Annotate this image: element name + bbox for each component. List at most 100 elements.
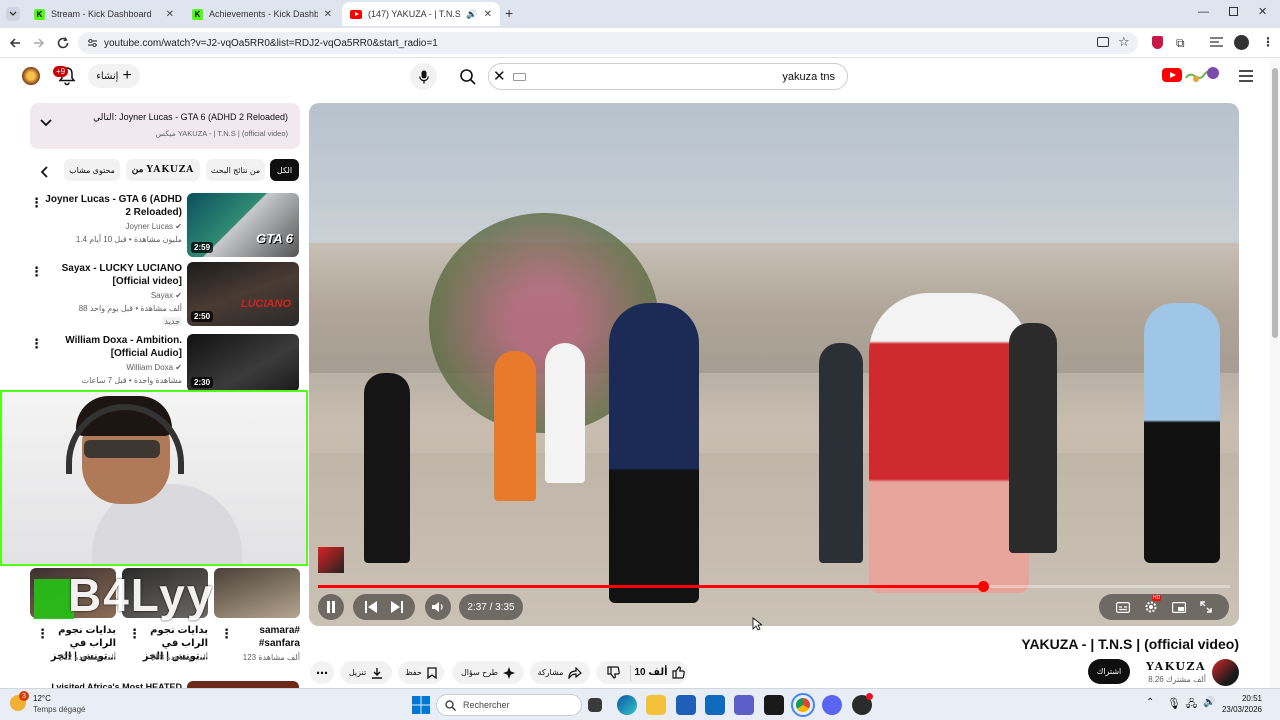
- tab-stream-kick[interactable]: K Stream - Kick Dashboard ✕: [26, 2, 182, 26]
- microphone-tray-icon[interactable]: 🎙: [1167, 697, 1181, 710]
- progress-bar-track[interactable]: [318, 581, 1230, 592]
- reload-icon[interactable]: [56, 36, 70, 50]
- tab-achievements-kick[interactable]: K Achievements - Kick Dashboard ✕: [184, 2, 340, 26]
- search-input[interactable]: yakuza tns: [782, 71, 835, 83]
- list-item[interactable]: ⋮ Sayax - LUCKY LUCIANO [Official video]…: [30, 262, 300, 326]
- short-title[interactable]: samara# #sanfara: [230, 624, 300, 650]
- short-thumbnail[interactable]: [214, 568, 300, 618]
- ublock-extension-icon[interactable]: [1152, 36, 1163, 49]
- channel-name[interactable]: YAKUZA: [1146, 660, 1206, 673]
- download-button[interactable]: تنزيل: [340, 661, 392, 684]
- chevron-left-icon[interactable]: [40, 166, 50, 178]
- youtube-logo-icon[interactable]: [1162, 68, 1182, 82]
- settings-button[interactable]: HD: [1144, 595, 1162, 614]
- chip-related[interactable]: محتوى مشاب: [64, 159, 120, 181]
- close-icon[interactable]: ✕: [166, 9, 174, 20]
- doodle-logo-icon[interactable]: [1184, 64, 1224, 86]
- channel-avatar-icon[interactable]: [22, 67, 40, 85]
- clock-date[interactable]: 23/03/2026: [1216, 705, 1262, 714]
- channel-name[interactable]: Sayax: [151, 291, 173, 300]
- chip-from-search[interactable]: من نتائج البحث: [206, 159, 265, 181]
- browser-menu-icon[interactable]: ⋮: [1262, 35, 1274, 49]
- video-thumbnail[interactable]: 2:30: [187, 334, 299, 392]
- back-icon[interactable]: [8, 36, 22, 50]
- speaker-icon[interactable]: 🔊: [466, 9, 477, 20]
- miniplayer-button[interactable]: [1172, 601, 1186, 613]
- extensions-puzzle-icon[interactable]: ⧉: [1176, 36, 1185, 51]
- dislike-button[interactable]: [596, 666, 630, 679]
- minimize-button[interactable]: —: [1198, 6, 1209, 18]
- discord-icon[interactable]: [822, 695, 842, 715]
- channel-name[interactable]: Joyner Lucas: [125, 222, 173, 231]
- maximize-button[interactable]: [1229, 7, 1238, 16]
- video-title[interactable]: Joyner Lucas - GTA 6 (ADHD 2 Reloaded): [42, 193, 182, 219]
- url-input[interactable]: youtube.com/watch?v=J2-vqOa5RR0&list=RDJ…: [78, 32, 1138, 54]
- miniplayer-icon: [1172, 601, 1186, 613]
- app-icon[interactable]: [764, 695, 784, 715]
- video-thumbnail[interactable]: LUCIANO 2:50: [187, 262, 299, 326]
- channel-name[interactable]: William Doxa: [126, 363, 173, 372]
- voice-search-button[interactable]: [410, 63, 437, 90]
- clock-time[interactable]: 20:51: [1222, 694, 1262, 703]
- hamburger-menu-icon[interactable]: [1239, 70, 1253, 82]
- search-icon[interactable]: [459, 68, 477, 86]
- previous-button[interactable]: [365, 601, 377, 613]
- file-explorer-icon[interactable]: [646, 695, 666, 715]
- share-button[interactable]: مشاركة: [530, 661, 590, 684]
- chip-from-channel[interactable]: من YAKUZA: [126, 159, 200, 181]
- fullscreen-button[interactable]: [1200, 601, 1212, 613]
- teams-icon[interactable]: [734, 695, 754, 715]
- chip-all[interactable]: الكل: [270, 159, 299, 181]
- video-title[interactable]: Sayax - LUCKY LUCIANO [Official video]: [42, 262, 182, 288]
- tab-youtube-active[interactable]: (147) YAKUZA - | T.N.S | (offi 🔊 ✕: [342, 2, 500, 26]
- close-icon[interactable]: ✕: [484, 9, 492, 20]
- page-scrollbar[interactable]: [1270, 58, 1280, 688]
- more-actions-button[interactable]: ⋯: [310, 661, 334, 684]
- search-box[interactable]: ✕ yakuza tns: [460, 63, 848, 90]
- next-button[interactable]: [391, 601, 403, 613]
- task-view-icon[interactable]: [588, 698, 602, 712]
- site-info-icon[interactable]: [87, 38, 98, 48]
- list-item[interactable]: ⋮ Joyner Lucas - GTA 6 (ADHD 2 Reloaded)…: [30, 193, 300, 257]
- mix-playlist-panel[interactable]: التالي: Joyner Lucas - GTA 6 (ADHD 2 Rel…: [30, 103, 300, 149]
- video-thumbnail[interactable]: GTA 6 2:59: [187, 193, 299, 257]
- taskbar-search-box[interactable]: Rechercher: [436, 694, 582, 716]
- chevron-up-icon[interactable]: ⌃: [1146, 697, 1154, 708]
- channel-watermark-icon[interactable]: [318, 547, 344, 573]
- bookmark-star-icon[interactable]: ☆: [1118, 34, 1130, 50]
- forward-icon[interactable]: [32, 36, 46, 50]
- chrome-icon[interactable]: [791, 693, 815, 717]
- windows-start-icon[interactable]: [411, 695, 431, 715]
- window-close-button[interactable]: ✕: [1258, 5, 1267, 18]
- scrollbar-thumb[interactable]: [1272, 68, 1278, 338]
- volume-button[interactable]: [425, 594, 451, 620]
- edge-icon[interactable]: [617, 695, 637, 715]
- new-tab-button[interactable]: +: [505, 5, 513, 21]
- network-icon[interactable]: 🖧: [1186, 697, 1197, 714]
- subtitles-button[interactable]: [1116, 601, 1130, 613]
- keyboard-icon[interactable]: [513, 73, 526, 81]
- duration-badge: 2:50: [191, 311, 214, 322]
- tab-search-button[interactable]: [6, 7, 20, 21]
- video-thumbnail[interactable]: [187, 681, 299, 688]
- pause-button[interactable]: [318, 594, 344, 620]
- install-app-icon[interactable]: [1097, 37, 1109, 47]
- close-icon[interactable]: ✕: [324, 9, 332, 20]
- like-button[interactable]: 10 ألف: [631, 666, 688, 679]
- chevron-down-icon[interactable]: [40, 119, 52, 127]
- reading-list-icon[interactable]: [1210, 37, 1223, 48]
- save-button[interactable]: حفظ: [398, 661, 444, 684]
- clear-search-icon[interactable]: ✕: [493, 67, 506, 85]
- video-player[interactable]: 2:37 / 3:35 HD: [309, 103, 1239, 626]
- create-button[interactable]: إنشاء +: [88, 64, 140, 88]
- list-item[interactable]: ⋮ William Doxa - Ambition. [Official Aud…: [30, 334, 300, 392]
- channel-avatar[interactable]: [1212, 659, 1239, 686]
- ask-button[interactable]: طرح سؤال: [452, 661, 524, 684]
- subscribe-button[interactable]: اشتراك: [1088, 659, 1130, 684]
- outlook-icon[interactable]: [705, 695, 725, 715]
- video-title[interactable]: William Doxa - Ambition. [Official Audio…: [42, 334, 182, 360]
- stream-overlay-text: B4Lyy: [34, 568, 214, 622]
- store-icon[interactable]: [676, 695, 696, 715]
- profile-avatar[interactable]: [1234, 35, 1249, 50]
- speaker-tray-icon[interactable]: 🔊: [1203, 697, 1215, 708]
